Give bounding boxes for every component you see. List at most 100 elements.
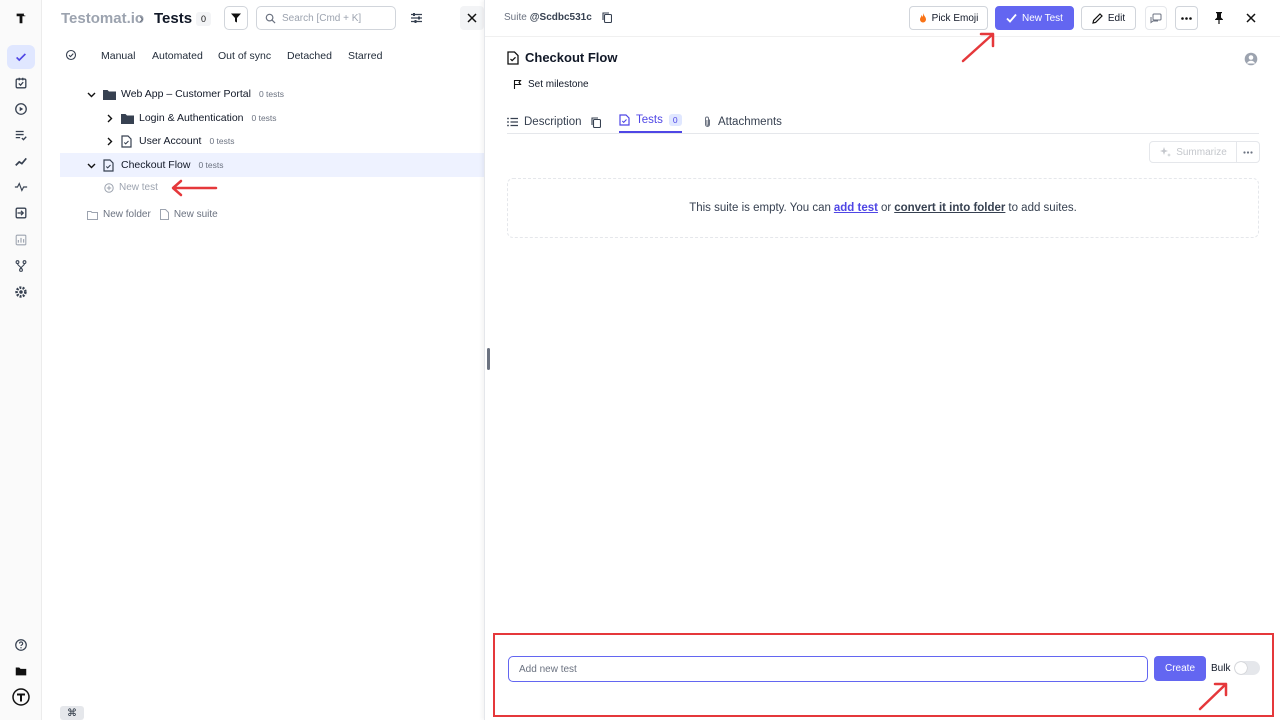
suite-label: Suite: [504, 12, 527, 23]
new-suite-label: New suite: [173, 209, 218, 220]
close-panel-button[interactable]: [460, 6, 484, 30]
new-test-label: New Test: [1022, 12, 1063, 24]
help-icon[interactable]: [7, 633, 35, 657]
set-milestone-label: Set milestone: [528, 79, 589, 90]
tab-attachments-label: Attachments: [718, 116, 782, 128]
detail-tabs: Description Tests 0 Attachments: [507, 106, 1259, 134]
suite-id-value: @Scdbc531c: [529, 12, 592, 23]
tree-item-label: Checkout Flow: [121, 159, 191, 171]
tab-tests[interactable]: Tests 0: [619, 111, 682, 133]
pulse-nav-icon[interactable]: [7, 175, 35, 199]
check-icon: [1006, 13, 1017, 23]
tree-view-icon[interactable]: [65, 49, 77, 61]
settings-gear-icon[interactable]: [7, 280, 35, 304]
paperclip-icon: [705, 116, 710, 127]
tab-description[interactable]: Description: [507, 111, 607, 133]
chevron-right-icon[interactable]: [102, 137, 116, 146]
tab-tests-count: 0: [668, 114, 682, 126]
breadcrumb-project[interactable]: Testomat.io: [61, 10, 144, 27]
projects-folder-icon[interactable]: [7, 659, 35, 683]
chevron-down-icon[interactable]: [84, 90, 98, 99]
suite-id: Suite @Scdbc531c: [504, 12, 612, 23]
filter-tab-out-of-sync[interactable]: Out of sync: [218, 50, 271, 62]
analytics-nav-icon[interactable]: [7, 228, 35, 252]
steps-nav-icon[interactable]: [7, 149, 35, 173]
tree-item-login-auth[interactable]: Login & Authentication 0 tests: [102, 106, 484, 130]
tree-item-count: 0 tests: [258, 89, 284, 99]
emoji-icon: [919, 13, 926, 23]
suite-file-icon: [121, 134, 135, 148]
chevron-right-icon[interactable]: [102, 114, 116, 123]
empty-middle: or: [880, 202, 892, 214]
empty-suite-message: This suite is empty. You can add test or…: [507, 178, 1259, 238]
sparkles-icon: [1160, 147, 1172, 157]
tree-item-label: User Account: [139, 135, 202, 147]
close-icon: [1246, 13, 1256, 23]
tree-item-user-account[interactable]: User Account 0 tests: [102, 129, 484, 153]
filter-tabs: Manual Automated Out of sync Detached St…: [42, 44, 484, 68]
copy-icon[interactable]: [602, 12, 612, 23]
command-key-hint[interactable]: ⌘: [60, 706, 84, 720]
detail-toolbar: Suite @Scdbc531c Pick Emoji New Test Edi…: [485, 0, 1280, 37]
folder-plus-icon: [87, 210, 98, 220]
filter-tab-manual[interactable]: Manual: [101, 50, 135, 62]
tests-nav-icon[interactable]: [7, 45, 35, 69]
empty-suffix: to add suites.: [1008, 202, 1077, 214]
search-input[interactable]: Search [Cmd + K]: [256, 6, 396, 30]
filter-tab-starred[interactable]: Starred: [348, 50, 382, 62]
runs-nav-icon[interactable]: [7, 97, 35, 121]
resize-handle[interactable]: [487, 348, 490, 370]
nav-rail: [0, 0, 42, 720]
branches-nav-icon[interactable]: [7, 254, 35, 278]
milestone-flag-icon: [513, 79, 522, 89]
create-button[interactable]: Create: [1154, 656, 1206, 681]
tab-tests-label: Tests: [636, 114, 663, 126]
search-icon: [265, 13, 276, 24]
summarize-group: Summarize: [1149, 141, 1260, 163]
filter-tab-detached[interactable]: Detached: [287, 50, 332, 62]
edit-button[interactable]: Edit: [1081, 6, 1136, 30]
pick-emoji-label: Pick Emoji: [931, 12, 979, 24]
new-test-button[interactable]: New Test: [995, 6, 1074, 30]
new-test-link[interactable]: New test: [104, 182, 158, 193]
pin-button[interactable]: [1207, 6, 1231, 30]
breadcrumb-separator: ›: [139, 10, 144, 26]
page-title: Tests: [154, 10, 193, 27]
add-test-bar: Create Bulk: [493, 633, 1274, 717]
new-folder-link[interactable]: New folder: [87, 209, 151, 220]
close-icon: [467, 13, 477, 23]
close-detail-button[interactable]: [1239, 6, 1263, 30]
comments-button[interactable]: [1145, 6, 1167, 30]
tab-attachments[interactable]: Attachments: [703, 111, 782, 133]
summarize-button[interactable]: Summarize: [1149, 141, 1237, 163]
testomat-logo[interactable]: [7, 6, 35, 30]
new-suite-link[interactable]: New suite: [159, 209, 218, 220]
convert-to-folder-link[interactable]: convert it into folder: [894, 202, 1005, 214]
set-milestone-link[interactable]: Set milestone: [513, 79, 589, 90]
user-avatar-icon[interactable]: [1244, 52, 1258, 66]
plans-nav-icon[interactable]: [7, 71, 35, 95]
new-test-label: New test: [119, 182, 158, 193]
bulk-toggle[interactable]: [1234, 661, 1260, 675]
import-nav-icon[interactable]: [7, 201, 35, 225]
filter-tab-automated[interactable]: Automated: [152, 50, 203, 62]
empty-prefix: This suite is empty. You can: [689, 202, 831, 214]
filter-button[interactable]: [224, 6, 248, 30]
account-logo-icon[interactable]: [7, 685, 35, 709]
tree-header: Testomat.io › Tests 0 Search [Cmd + K]: [42, 0, 484, 38]
more-options-button[interactable]: [1175, 6, 1198, 30]
checklist-nav-icon[interactable]: [7, 123, 35, 147]
chevron-down-icon[interactable]: [84, 161, 98, 170]
tree-item-web-app[interactable]: Web App – Customer Portal 0 tests: [84, 82, 484, 106]
toggle-knob: [1235, 662, 1247, 674]
copy-icon[interactable]: [590, 116, 601, 128]
tree-item-count: 0 tests: [209, 136, 235, 146]
tree-item-checkout-flow[interactable]: Checkout Flow 0 tests: [60, 153, 484, 177]
add-test-link[interactable]: add test: [834, 202, 878, 214]
pick-emoji-button[interactable]: Pick Emoji: [909, 6, 988, 30]
tree-item-count: 0 tests: [198, 160, 224, 170]
tree-item-count: 0 tests: [251, 113, 277, 123]
summarize-more-button[interactable]: [1237, 141, 1260, 163]
view-settings-button[interactable]: [406, 8, 426, 28]
add-new-test-input[interactable]: [508, 656, 1148, 682]
